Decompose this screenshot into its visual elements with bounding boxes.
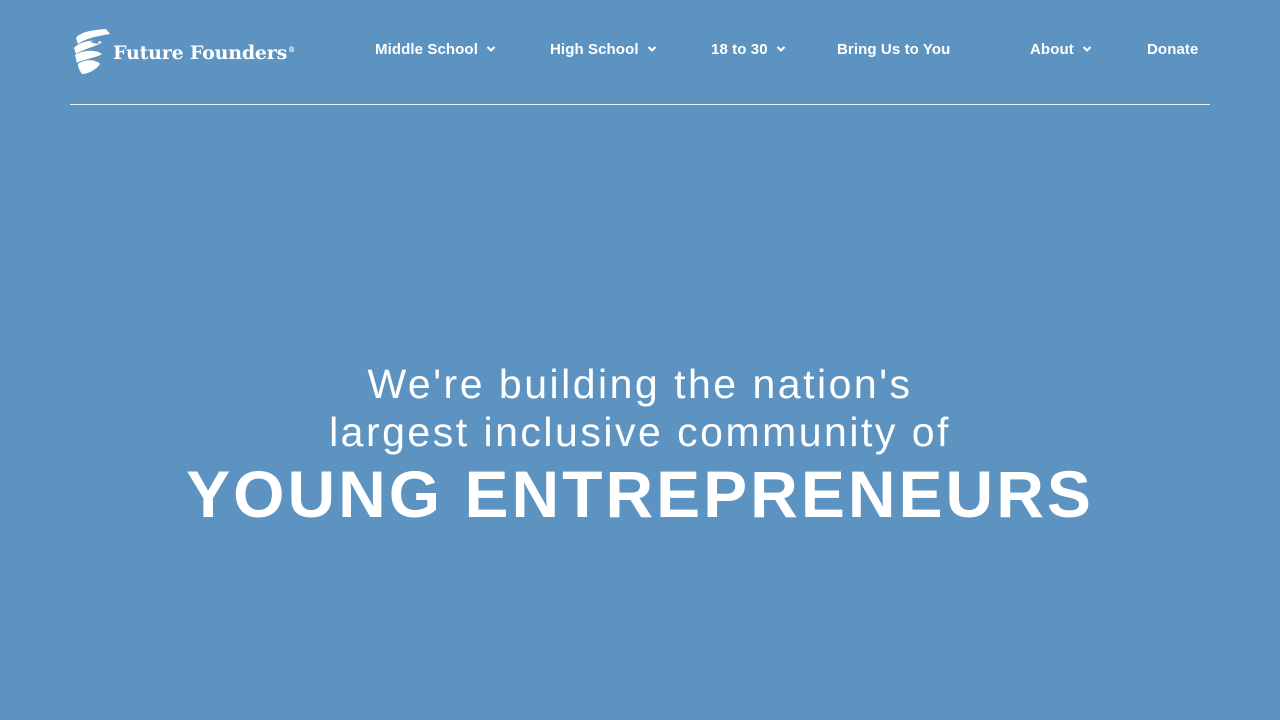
hero-headline: YOUNG ENTREPRENEURS bbox=[186, 457, 1094, 531]
hero-line-1: We're building the nation's bbox=[367, 361, 913, 407]
nav-label: Middle School bbox=[375, 40, 478, 58]
swirl-flag-icon bbox=[72, 28, 110, 76]
chevron-down-icon bbox=[776, 46, 785, 52]
nav-label: 18 to 30 bbox=[711, 40, 768, 58]
chevron-down-icon bbox=[486, 46, 496, 52]
nav-label: About bbox=[1030, 40, 1074, 58]
nav-item-18-to-30[interactable]: 18 to 30 bbox=[711, 38, 786, 60]
hero-line-2: largest inclusive community of bbox=[329, 409, 951, 455]
chevron-down-icon bbox=[647, 46, 656, 52]
nav-item-donate[interactable]: Donate bbox=[1147, 38, 1198, 60]
chevron-down-icon bbox=[1082, 46, 1092, 52]
nav-label: Donate bbox=[1147, 40, 1199, 58]
nav-item-about[interactable]: About bbox=[1030, 38, 1092, 60]
nav-item-high-school[interactable]: High School bbox=[550, 38, 657, 60]
nav-label: High School bbox=[550, 40, 639, 58]
logo-wordmark: Future Founders® bbox=[113, 42, 295, 64]
nav-item-middle-school[interactable]: Middle School bbox=[375, 38, 496, 60]
hero-section: We're building the nation's largest incl… bbox=[0, 360, 1280, 530]
nav-item-bring-us-to-you[interactable]: Bring Us to You bbox=[837, 38, 950, 60]
site-header: Future Founders® Middle School High Scho… bbox=[70, 0, 1210, 105]
nav-label: Bring Us to You bbox=[837, 40, 951, 58]
logo-link[interactable]: Future Founders® bbox=[72, 27, 295, 77]
